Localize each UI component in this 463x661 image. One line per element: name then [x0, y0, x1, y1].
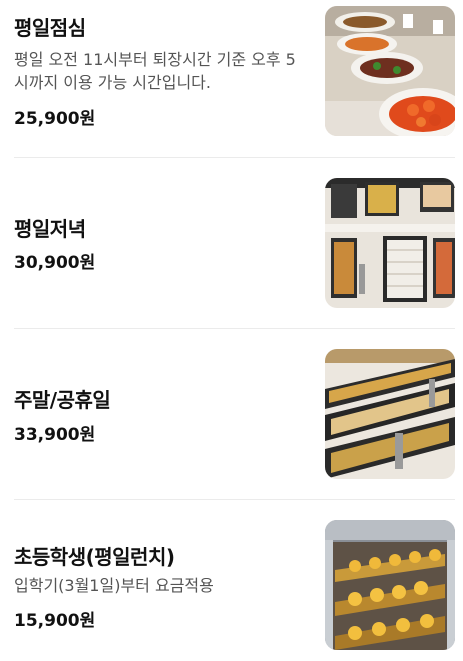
menu-item-description: 입학기(3월1일)부터 요금적용	[14, 576, 214, 595]
menu-item-price: 25,900원	[14, 109, 96, 129]
menu-item-price: 15,900원	[14, 611, 96, 631]
menu-item-title: 평일점심	[14, 16, 86, 40]
price-menu-list: 평일점심 평일 오전 11시부터 퇴장시간 기준 오후 5시까지 이용 가능 시…	[0, 0, 463, 661]
menu-item-title: 주말/공휴일	[14, 388, 111, 412]
menu-item-photo	[325, 6, 455, 136]
menu-item-title: 초등학생(평일런치)	[14, 545, 175, 569]
menu-item-title: 평일저녁	[14, 217, 86, 241]
menu-item-weekday-dinner[interactable]: 평일저녁 30,900원	[0, 158, 463, 328]
menu-item-weekday-lunch[interactable]: 평일점심 평일 오전 11시부터 퇴장시간 기준 오후 5시까지 이용 가능 시…	[0, 0, 463, 157]
menu-item-elementary-student[interactable]: 초등학생(평일런치) 입학기(3월1일)부터 요금적용 15,900원	[0, 500, 463, 661]
menu-item-price: 33,900원	[14, 425, 96, 445]
menu-item-weekend-holiday[interactable]: 주말/공휴일 33,900원	[0, 329, 463, 499]
menu-item-photo	[325, 349, 455, 479]
menu-item-price: 30,900원	[14, 253, 96, 273]
menu-item-photo	[325, 520, 455, 650]
menu-item-description: 평일 오전 11시부터 퇴장시간 기준 오후 5시까지 이용 가능 시간입니다.	[14, 50, 296, 92]
menu-item-photo	[325, 178, 455, 308]
